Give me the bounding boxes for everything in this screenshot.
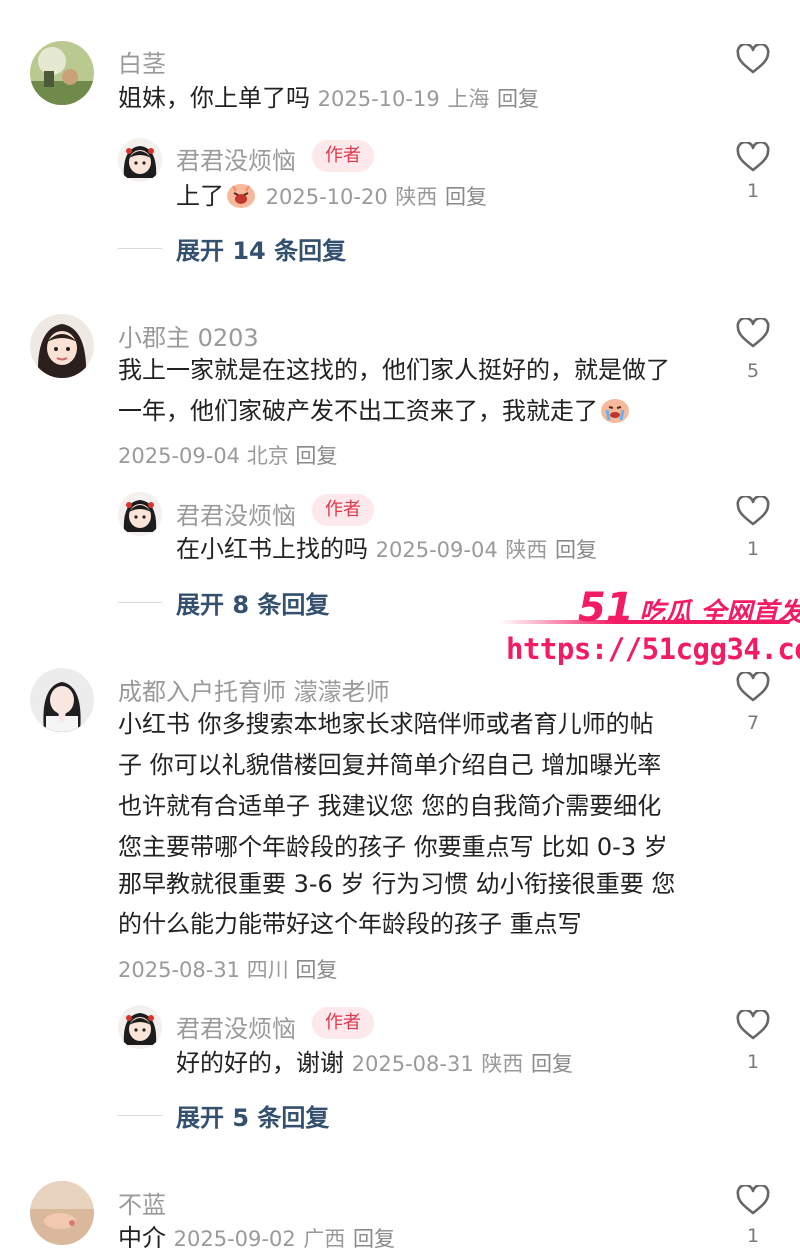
reply-button[interactable]: 回复 (555, 538, 597, 562)
like-count: 1 (746, 538, 760, 560)
expand-replies-button[interactable]: 展开 8 条回复 (118, 585, 329, 620)
comment-date: 2025-08-31 (118, 958, 241, 982)
like-count: 5 (746, 360, 760, 382)
reply-username[interactable]: 君君没烦恼 (176, 496, 296, 531)
expand-replies-label: 展开 5 条回复 (176, 1104, 330, 1132)
reply-username[interactable]: 君君没烦恼 (176, 141, 296, 176)
comment-text-content: 中介 (118, 1224, 166, 1248)
like-heart-icon[interactable] (736, 1010, 770, 1040)
like-count: 1 (746, 1051, 760, 1073)
comment-date: 2025-10-19 (317, 87, 440, 111)
comment-text-line: 我上一家就是在这找的，他们家人挺好的，就是做了 (118, 356, 670, 384)
author-badge: 作者 (312, 494, 374, 526)
author-badge: 作者 (312, 1007, 374, 1039)
expand-replies-label: 展开 14 条回复 (176, 237, 347, 265)
like-heart-icon[interactable] (736, 44, 770, 74)
comment-username[interactable]: 小郡主 0203 (118, 318, 259, 353)
laughing-face-emoji-icon (227, 184, 255, 208)
like-heart-icon[interactable] (736, 672, 770, 702)
comment-meta: 2025-09-04 北京 回复 (118, 440, 337, 470)
reply-text: 好的好的，谢谢 2025-08-31 陕西 回复 (176, 1045, 573, 1082)
reply-button[interactable]: 回复 (445, 185, 487, 209)
expand-replies-label: 展开 8 条回复 (176, 591, 330, 619)
divider (118, 248, 162, 249)
reply-button[interactable]: 回复 (295, 444, 337, 468)
comment-location: 上海 (447, 87, 490, 111)
comment-text: 姐妹，你上单了吗 2025-10-19 上海 回复 (118, 80, 539, 117)
author-avatar[interactable] (118, 1005, 162, 1049)
comment-meta: 2025-08-31 四川 回复 (118, 954, 337, 984)
reply-username[interactable]: 君君没烦恼 (176, 1009, 296, 1044)
reply-location: 陕西 (505, 538, 548, 562)
divider (118, 602, 162, 603)
comment-username[interactable]: 白茎 (118, 44, 166, 79)
like-heart-icon[interactable] (736, 1185, 770, 1215)
comment-text-line: 那早教就很重要 3-6 岁 行为习惯 幼小衔接很重要 您 (118, 870, 676, 898)
reply-date: 2025-10-20 (265, 185, 388, 209)
reply-button[interactable]: 回复 (497, 87, 539, 111)
reply-text: 在小红书上找的吗 2025-09-04 陕西 回复 (176, 531, 597, 568)
author-avatar[interactable] (118, 492, 162, 536)
like-count: 1 (746, 180, 760, 202)
watermark-brand: 51 吃瓜 全网首发 (578, 585, 800, 631)
reply-location: 陕西 (395, 185, 438, 209)
expand-replies-button[interactable]: 展开 5 条回复 (118, 1098, 329, 1133)
comment-text-line: 也许就有合适单子 我建议您 您的自我简介需要细化 (118, 792, 662, 820)
comment-text-content: 姐妹，你上单了吗 (118, 84, 310, 112)
like-count: 1 (746, 1225, 760, 1247)
author-avatar[interactable] (118, 138, 162, 182)
comment-date: 2025-09-02 (173, 1227, 296, 1248)
comment-text-line: 的什么能力能带好这个年龄段的孩子 重点写 (118, 910, 582, 938)
watermark-underline (500, 620, 790, 624)
reply-text-content: 在小红书上找的吗 (176, 535, 368, 563)
comment-username[interactable]: 成都入户托育师 濛濛老师 (118, 672, 390, 707)
reply-location: 陕西 (481, 1052, 524, 1076)
comment-date: 2025-09-04 (118, 444, 241, 468)
comment-text: 中介 2025-09-02 广西 回复 (118, 1220, 395, 1248)
reply-date: 2025-09-04 (375, 538, 498, 562)
author-badge: 作者 (312, 140, 374, 172)
comment-text-line: 小红书 你多搜索本地家长求陪伴师或者育儿师的帖 (118, 710, 654, 738)
like-heart-icon[interactable] (736, 496, 770, 526)
like-heart-icon[interactable] (736, 318, 770, 348)
crying-face-emoji-icon (601, 399, 629, 423)
reply-button[interactable]: 回复 (353, 1227, 395, 1248)
divider (118, 1115, 162, 1116)
avatar[interactable] (30, 1181, 94, 1245)
reply-text: 上了 2025-10-20 陕西 回复 (176, 178, 487, 215)
comment-text-line: 一年，他们家破产发不出工资来了，我就走了 (118, 393, 632, 429)
comment-text-content: 一年，他们家破产发不出工资来了，我就走了 (118, 397, 598, 425)
reply-button[interactable]: 回复 (531, 1052, 573, 1076)
comment-location: 北京 (246, 444, 289, 468)
reply-text-content: 上了 (176, 182, 224, 210)
reply-button[interactable]: 回复 (295, 958, 337, 982)
comment-location: 广西 (303, 1227, 346, 1248)
avatar[interactable] (30, 41, 94, 105)
comment-location: 四川 (246, 958, 289, 982)
like-heart-icon[interactable] (736, 142, 770, 172)
watermark-number: 51 (578, 585, 634, 631)
reply-text-content: 好的好的，谢谢 (176, 1049, 344, 1077)
like-count: 7 (746, 712, 760, 734)
avatar[interactable] (30, 668, 94, 732)
comment-text-line: 您主要带哪个年龄段的孩子 你要重点写 比如 0-3 岁 (118, 833, 668, 861)
comment-text-line: 子 你可以礼貌借楼回复并简单介绍自己 增加曝光率 (118, 751, 662, 779)
comment-username[interactable]: 不蓝 (118, 1185, 166, 1220)
watermark-url: https://51cgg34.com (506, 632, 800, 666)
expand-replies-button[interactable]: 展开 14 条回复 (118, 231, 346, 266)
avatar[interactable] (30, 314, 94, 378)
reply-date: 2025-08-31 (351, 1052, 474, 1076)
